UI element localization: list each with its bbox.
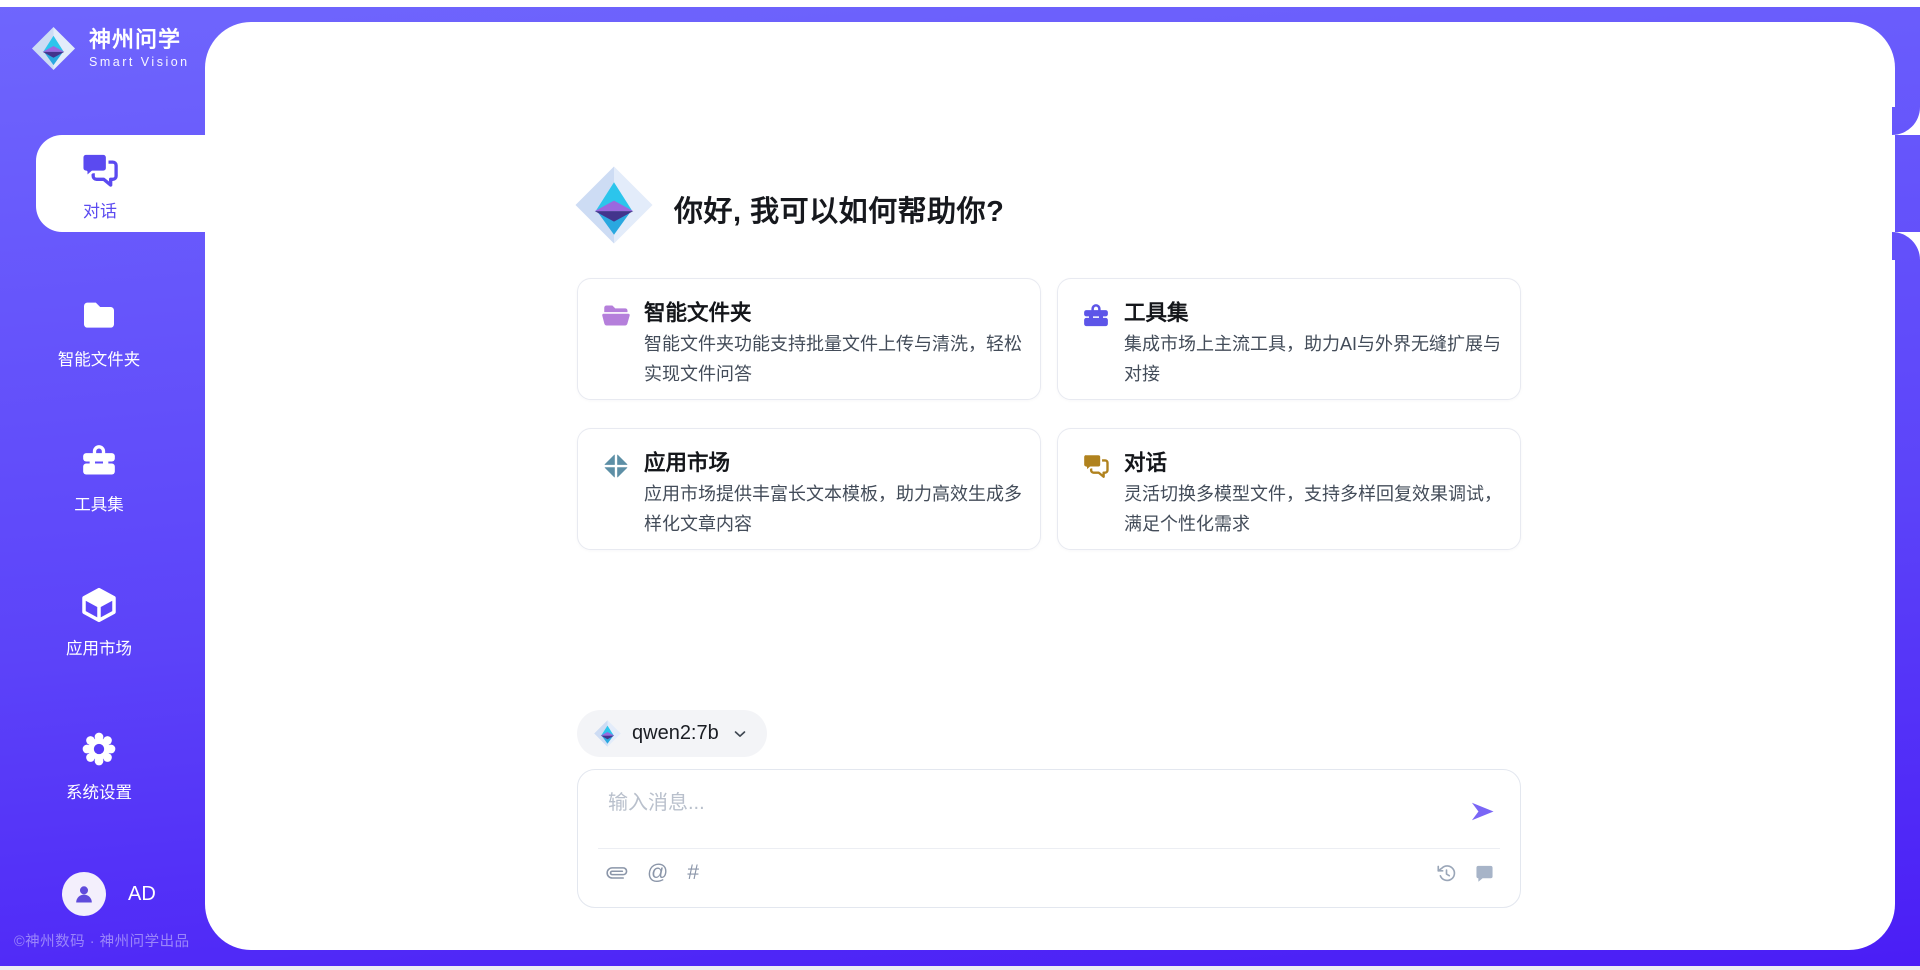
- card-description: 智能文件夹功能支持批量文件上传与清洗，轻松实现文件问答: [644, 329, 1026, 389]
- chat-bubble-icon[interactable]: [1473, 862, 1496, 885]
- greeting-gem-icon: [572, 163, 656, 247]
- send-icon[interactable]: [1469, 798, 1496, 825]
- sidebar-item-label: 工具集: [0, 491, 198, 515]
- folder-open-icon: [601, 301, 631, 331]
- sidebar-item-toolset[interactable]: 工具集: [0, 441, 198, 515]
- card-title: 工具集: [1124, 296, 1189, 327]
- brand-gem-icon: [30, 25, 77, 72]
- copyright-text: ©神州数码 · 神州问学出品: [14, 930, 204, 951]
- sidebar-item-app-market[interactable]: 应用市场: [0, 585, 198, 659]
- sidebar-item-settings[interactable]: 系统设置: [0, 729, 198, 803]
- brand-name: 神州问学: [89, 28, 190, 52]
- card-description: 集成市场上主流工具，助力AI与外界无缝扩展与对接: [1124, 329, 1506, 389]
- user-initials: AD: [128, 883, 156, 906]
- chat-icon: [79, 149, 121, 191]
- greeting-title: 你好, 我可以如何帮助你?: [674, 188, 1004, 230]
- sidebar-item-label: 对话: [36, 197, 164, 222]
- model-gem-icon: [593, 719, 622, 748]
- model-name: qwen2:7b: [632, 722, 719, 745]
- sidebar-item-label: 智能文件夹: [0, 346, 198, 370]
- chevron-down-icon: [731, 725, 749, 743]
- brand-subtitle: Smart Vision: [89, 55, 190, 69]
- card-title: 应用市场: [644, 446, 730, 477]
- folder-icon: [79, 296, 119, 336]
- toolbox-icon: [1081, 301, 1111, 331]
- avatar[interactable]: [62, 872, 106, 916]
- card-chat[interactable]: 对话 灵活切换多模型文件，支持多样回复效果调试，满足个性化需求: [1057, 428, 1521, 550]
- composer-divider: [598, 848, 1500, 849]
- sidebar-item-smart-folder[interactable]: 智能文件夹: [0, 296, 198, 370]
- composer-right-tools: [1435, 862, 1496, 885]
- mention-icon[interactable]: @: [647, 862, 668, 884]
- message-composer: @ #: [577, 769, 1521, 908]
- brand-logo: 神州问学 Smart Vision: [30, 25, 190, 72]
- card-title: 智能文件夹: [644, 296, 752, 327]
- card-toolset[interactable]: 工具集 集成市场上主流工具，助力AI与外界无缝扩展与对接: [1057, 278, 1521, 400]
- history-icon[interactable]: [1435, 862, 1458, 885]
- cube-icon: [79, 585, 119, 625]
- card-description: 灵活切换多模型文件，支持多样回复效果调试，满足个性化需求: [1124, 479, 1506, 539]
- composer-left-tools: @ #: [606, 862, 699, 884]
- sidebar-item-label: 系统设置: [0, 779, 198, 803]
- message-input[interactable]: [606, 784, 1460, 846]
- card-smart-folder[interactable]: 智能文件夹 智能文件夹功能支持批量文件上传与清洗，轻松实现文件问答: [577, 278, 1041, 400]
- gear-icon: [79, 729, 119, 769]
- tab-fillet-top: [1892, 107, 1920, 135]
- topic-icon[interactable]: #: [687, 862, 699, 884]
- person-icon: [71, 881, 97, 907]
- attachment-icon[interactable]: [606, 862, 628, 884]
- model-selector[interactable]: qwen2:7b: [577, 710, 767, 757]
- chat-icon: [1081, 451, 1111, 481]
- card-app-market[interactable]: 应用市场 应用市场提供丰富长文本模板，助力高效生成多样化文章内容: [577, 428, 1041, 550]
- tab-fillet-bottom: [1892, 232, 1920, 260]
- toolbox-icon: [79, 441, 119, 481]
- user-profile[interactable]: AD: [62, 872, 156, 916]
- card-description: 应用市场提供丰富长文本模板，助力高效生成多样化文章内容: [644, 479, 1026, 539]
- blocks-icon: [601, 451, 631, 481]
- bottom-edge-strip: [0, 966, 1920, 970]
- card-title: 对话: [1124, 446, 1167, 477]
- sidebar-item-label: 应用市场: [0, 635, 198, 659]
- feature-cards-grid: 智能文件夹 智能文件夹功能支持批量文件上传与清洗，轻松实现文件问答 工具集 集成…: [577, 278, 1521, 550]
- sidebar-item-chat-active[interactable]: 对话: [36, 135, 205, 232]
